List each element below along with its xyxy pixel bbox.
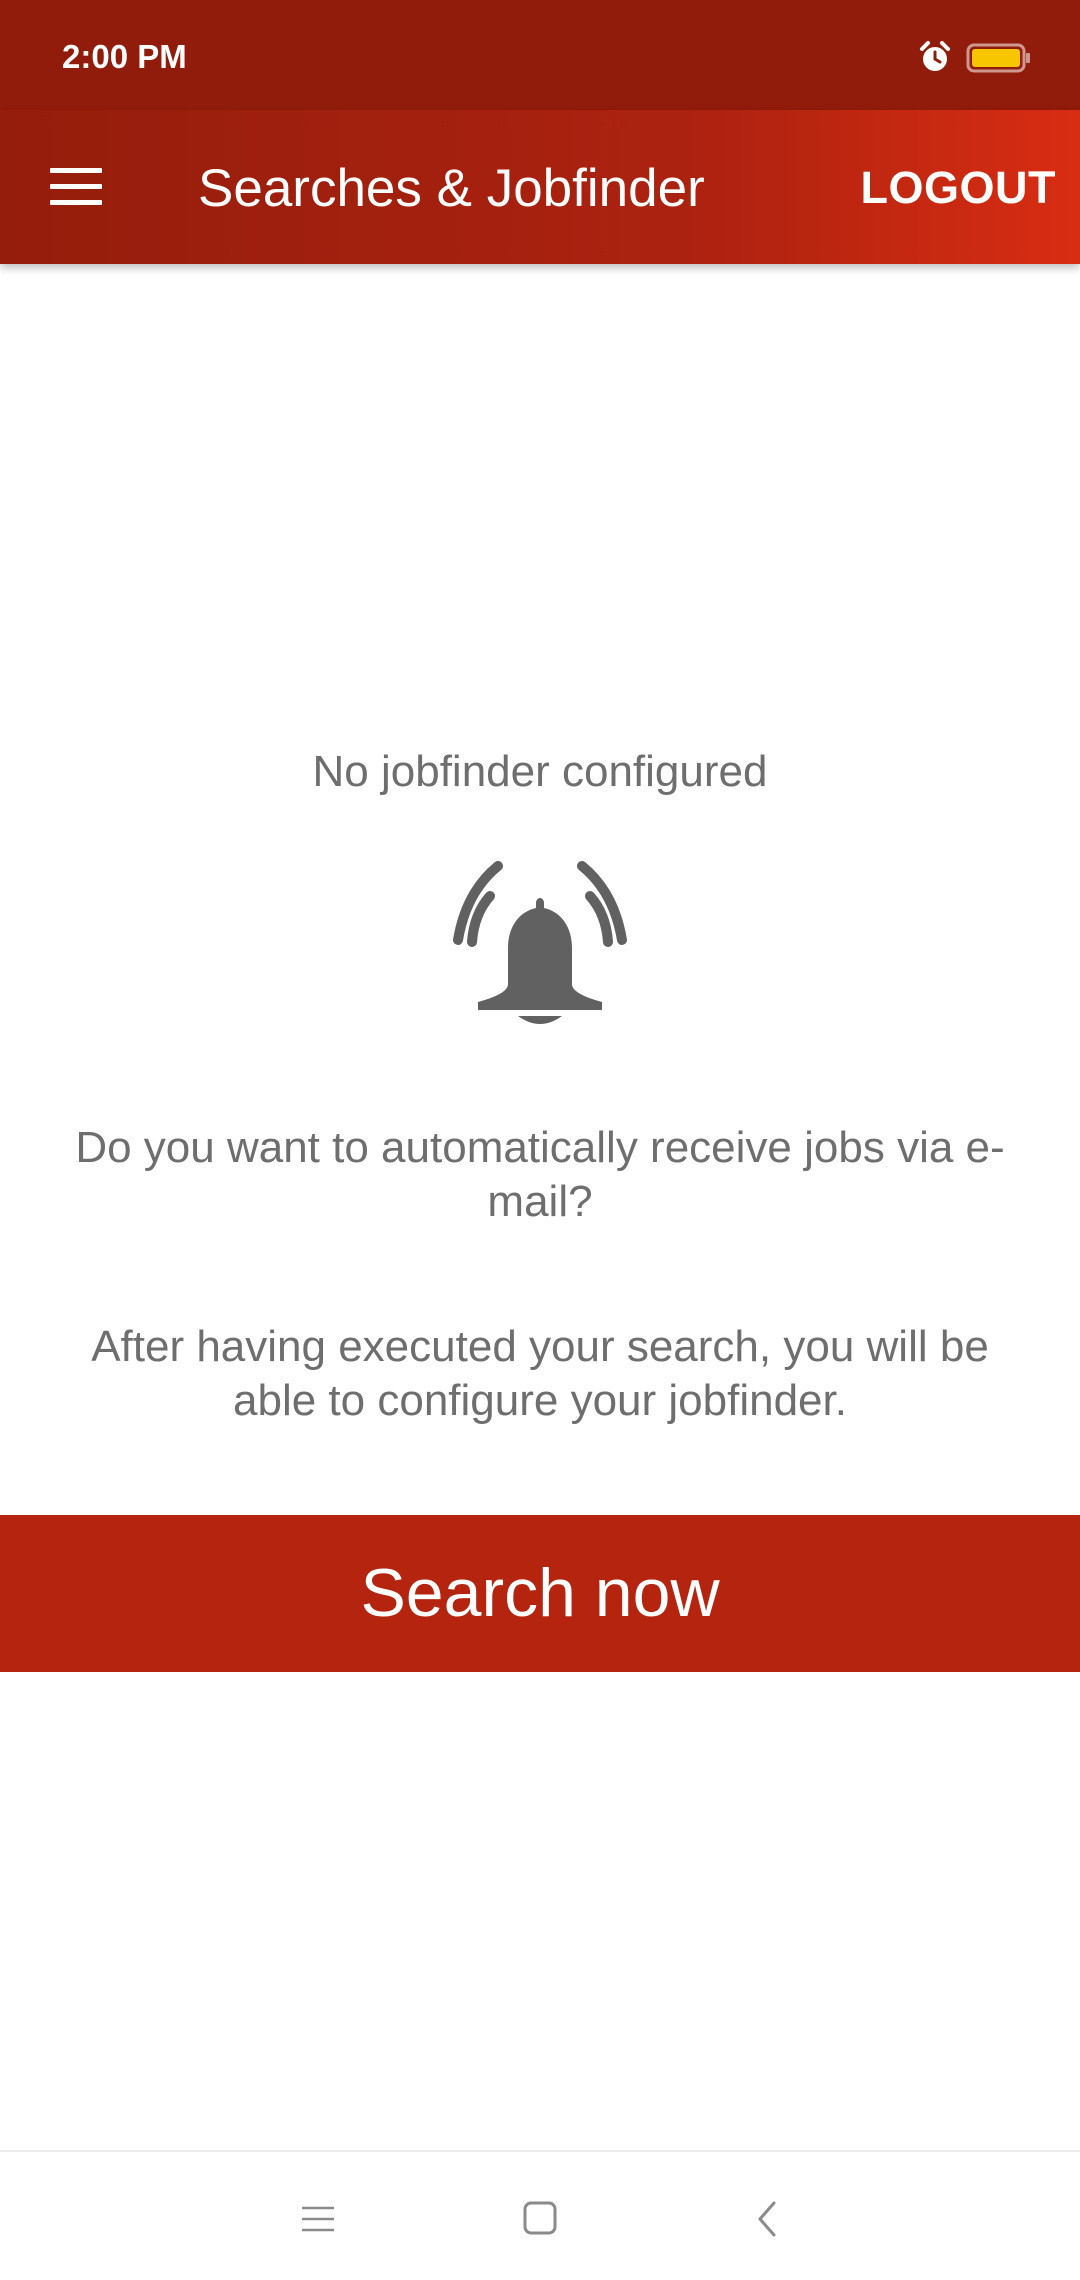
info-text: After having executed your search, you w… [91,1322,989,1425]
question-text: Do you want to automatically receive job… [75,1123,1005,1226]
hamburger-menu-icon[interactable] [40,152,112,224]
ringing-bell-icon [453,861,627,1024]
battery-icon [966,43,1030,73]
home-icon[interactable] [522,2200,558,2236]
back-icon[interactable] [752,2199,780,2239]
logout-button[interactable]: LOGOUT [861,160,1056,216]
empty-state-title: No jobfinder configured [312,747,768,796]
app-bar: Searches & Jobfinder LOGOUT [0,110,1080,264]
status-bar: 2:00 PM [0,0,1080,110]
search-now-button[interactable]: Search now [0,1515,1080,1672]
page-title: Searches & Jobfinder [198,159,705,218]
status-time: 2:00 PM [62,38,187,75]
recents-icon[interactable] [300,2202,336,2236]
alarm-icon [920,41,950,71]
navigation-bar [0,2150,1080,2280]
jobfinder-screen: 2:00 PM Searches & Jobfinder LOGOUT No j… [0,0,1080,2280]
